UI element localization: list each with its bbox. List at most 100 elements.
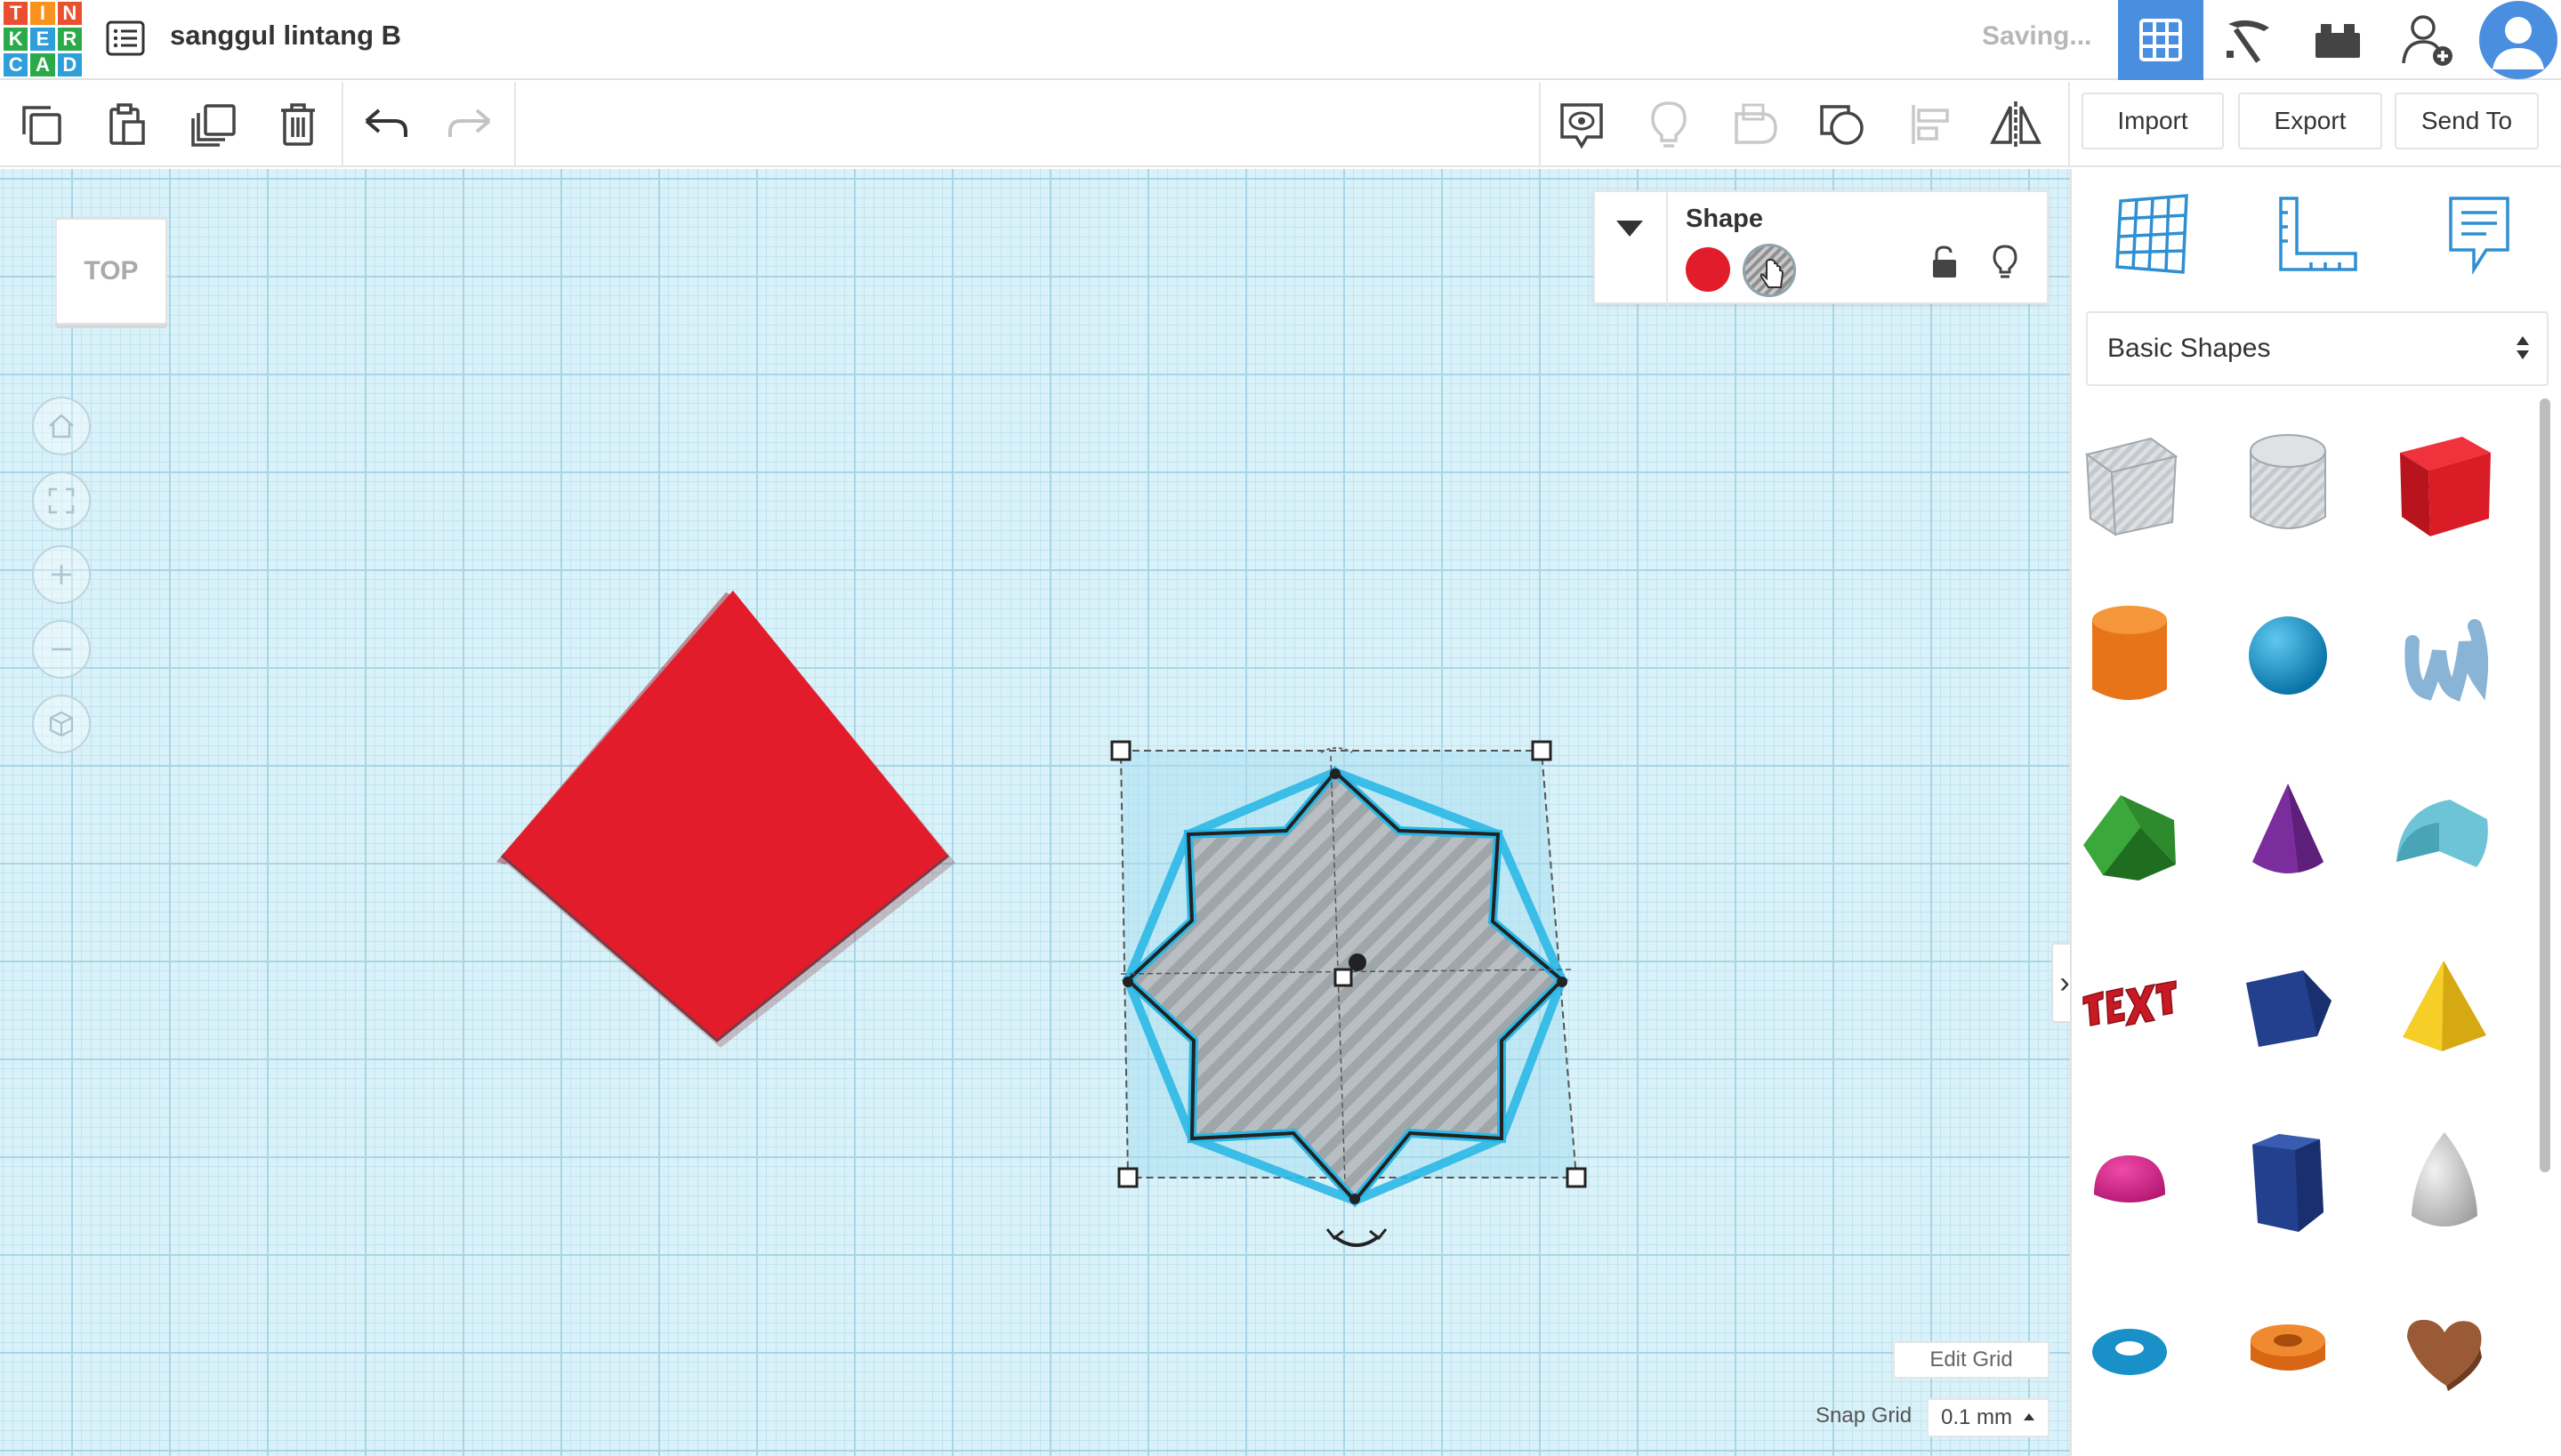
redo-button[interactable] <box>443 98 496 151</box>
text-3d-icon <box>2082 980 2177 1027</box>
import-button[interactable]: Import <box>2082 93 2224 149</box>
torus-shape-item[interactable] <box>2072 1293 2187 1409</box>
solid-color-button[interactable] <box>1686 247 1730 292</box>
hexagonal-prism-shape-item[interactable] <box>2230 1124 2346 1240</box>
box-hole-icon <box>2084 437 2178 536</box>
align-button[interactable] <box>1904 98 1957 151</box>
zoom-in-button[interactable] <box>32 545 91 604</box>
half-sphere-shape-item[interactable] <box>2072 1124 2187 1240</box>
top-bar: T I N K E R C A D sanggul lintang B Savi… <box>0 0 2561 80</box>
shape-category-select[interactable]: Basic Shapes <box>2086 311 2549 386</box>
round-roof-shape-item[interactable] <box>2387 774 2502 889</box>
ungroup-button[interactable] <box>1816 98 1870 151</box>
bricks-button[interactable] <box>2295 0 2380 80</box>
workplane-icon <box>2115 194 2188 274</box>
tube-shape-item[interactable] <box>2230 1293 2346 1409</box>
ruler-icon <box>2279 197 2357 271</box>
red-box-icon <box>2400 437 2491 536</box>
heart-shape-item[interactable] <box>2387 1293 2502 1409</box>
updown-arrow-icon <box>2517 336 2529 359</box>
toolbar-divider <box>514 82 516 167</box>
invite-user-button[interactable] <box>2386 0 2471 80</box>
lightbulb-icon <box>1993 245 2017 278</box>
star-hole-shape[interactable] <box>1103 578 1601 1290</box>
red-box-shape[interactable] <box>480 587 978 1050</box>
cone-shape-item[interactable] <box>2230 774 2346 889</box>
box-shape-item[interactable] <box>2387 427 2502 543</box>
logo-letter: N <box>57 2 82 25</box>
undo-icon <box>365 109 407 137</box>
text-shape-item[interactable] <box>2072 948 2187 1064</box>
design-list-icon[interactable] <box>103 16 148 60</box>
fit-view-button[interactable] <box>32 471 91 530</box>
notes-button[interactable] <box>1555 98 1608 151</box>
delete-button[interactable] <box>271 98 325 151</box>
toolbar-divider <box>342 82 343 167</box>
sidebar-scrollbar[interactable] <box>2540 398 2550 1172</box>
snap-grid-select[interactable]: 0.1 mm <box>1927 1398 2050 1437</box>
pyramid-shape-item[interactable] <box>2387 948 2502 1064</box>
workplane-tab[interactable] <box>2090 181 2214 288</box>
paste-icon <box>109 103 145 145</box>
magenta-half-sphere-icon <box>2094 1155 2165 1203</box>
paste-button[interactable] <box>100 98 153 151</box>
duplicate-button[interactable] <box>187 98 240 151</box>
paraboloid-shape-item[interactable] <box>2387 1124 2502 1240</box>
notes-tab[interactable] <box>2417 181 2541 288</box>
ungroup-icon <box>1820 105 1864 145</box>
undo-button[interactable] <box>359 98 413 151</box>
snap-grid-label: Snap Grid <box>1816 1404 1913 1428</box>
export-button[interactable]: Export <box>2238 93 2382 149</box>
zoom-out-button[interactable] <box>32 620 91 679</box>
design-title[interactable]: sanggul lintang B <box>170 20 401 52</box>
collapse-inspector-button[interactable] <box>1615 217 1645 245</box>
triangle-down-icon <box>1616 221 1643 237</box>
hole-button[interactable] <box>1743 244 1796 297</box>
logo-letter: I <box>30 2 55 25</box>
copy-icon <box>22 106 61 145</box>
user-avatar[interactable] <box>2476 0 2561 80</box>
blue-torus-icon <box>2092 1329 2167 1375</box>
pickaxe-icon <box>2227 20 2269 63</box>
yellow-pyramid-icon <box>2403 961 2486 1051</box>
scribble-shape-item[interactable] <box>2387 598 2502 713</box>
roof-shape-item[interactable] <box>2072 774 2187 889</box>
cylinder-shape-item[interactable] <box>2072 598 2187 713</box>
duplicate-icon <box>191 104 236 147</box>
view-cube[interactable]: TOP <box>55 218 167 325</box>
edit-grid-button[interactable]: Edit Grid <box>1893 1341 2050 1379</box>
tinkercad-logo[interactable]: T I N K E R C A D <box>4 2 82 76</box>
purple-cone-icon <box>2252 784 2323 873</box>
workplane[interactable]: TOP › Shape Edit Grid Snap Grid 0.1 mm <box>0 169 2070 1456</box>
group-button[interactable] <box>1729 98 1783 151</box>
hide-button[interactable] <box>1992 244 2018 286</box>
mirror-button[interactable] <box>1989 98 2042 151</box>
cylinder-hole-shape-item[interactable] <box>2230 427 2346 543</box>
teal-round-roof-icon <box>2396 800 2488 867</box>
ruler-tab[interactable] <box>2255 181 2380 288</box>
send-to-button[interactable]: Send To <box>2395 93 2539 149</box>
unlock-icon <box>1933 245 1956 278</box>
show-all-button[interactable] <box>1642 98 1695 151</box>
collapse-sidebar-button[interactable]: › <box>2051 943 2070 1023</box>
codeblocks-button[interactable] <box>2206 0 2291 80</box>
polygon-prism-shape-item[interactable] <box>2230 948 2346 1064</box>
3d-design-view-button[interactable] <box>2118 0 2203 80</box>
shape-category-value: Basic Shapes <box>2107 334 2271 363</box>
logo-letter: E <box>30 28 55 51</box>
logo-letter: K <box>4 28 28 51</box>
shape-inspector: Shape <box>1593 190 2049 306</box>
copy-button[interactable] <box>14 98 68 151</box>
projection-button[interactable] <box>32 695 91 753</box>
avatar-icon <box>2479 1 2557 79</box>
align-icon <box>1912 105 1949 144</box>
lock-button[interactable] <box>1931 245 1958 284</box>
sphere-shape-item[interactable] <box>2230 598 2346 713</box>
caret-up-icon <box>2024 1413 2034 1420</box>
box-hole-shape-item[interactable] <box>2072 427 2187 543</box>
home-view-button[interactable] <box>32 397 91 455</box>
orange-cylinder-icon <box>2092 606 2167 700</box>
green-roof-icon <box>2083 795 2176 881</box>
scribble-icon <box>2404 619 2489 702</box>
logo-letter: R <box>57 28 82 51</box>
